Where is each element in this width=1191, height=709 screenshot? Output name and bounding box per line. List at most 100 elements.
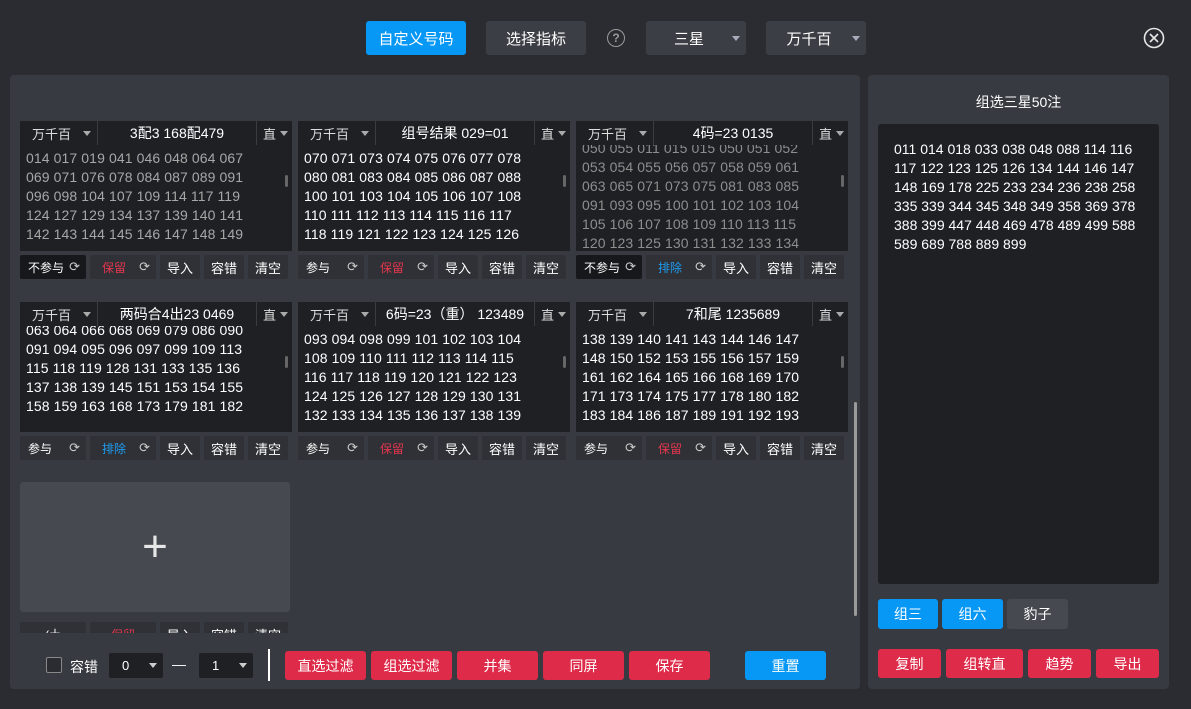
save-button[interactable]: 保存	[629, 651, 710, 680]
participate-toggle[interactable]: 参与 ⟳	[298, 255, 364, 279]
tolerance-button[interactable]: 容错	[760, 255, 800, 279]
clear-button[interactable]: 清空	[526, 436, 566, 460]
import-button[interactable]: 导入	[716, 436, 756, 460]
tab-group3[interactable]: 组三	[878, 599, 938, 629]
card-position-select[interactable]: 万千百	[576, 302, 654, 326]
position-select[interactable]: 万千百	[766, 21, 866, 55]
tab-leopard[interactable]: 豹子	[1007, 599, 1068, 629]
filter-mode-toggle[interactable]: 排除 ⟳	[646, 255, 712, 279]
filter-mode-toggle[interactable]: 排除 ⟳	[90, 436, 156, 460]
import-button[interactable]: 导入	[438, 436, 478, 460]
number-line: 142 143 144 145 146 147 148 149	[26, 226, 244, 242]
card-number-list[interactable]: 070 071 073 074 075 076 077 078 080 081 0…	[298, 145, 570, 251]
card-scrollbar[interactable]	[285, 356, 288, 368]
card-number-list[interactable]: 093 094 098 099 101 102 103 104 108 109 1…	[298, 326, 570, 432]
chevron-down-icon	[836, 131, 844, 136]
union-label: 并集	[483, 657, 512, 674]
same-screen-button[interactable]: 同屏	[543, 651, 624, 680]
chevron-down-icon	[280, 312, 288, 317]
card-mode-select[interactable]: 直	[812, 121, 848, 145]
add-filter-card[interactable]: +	[20, 482, 290, 612]
import-button[interactable]: 导入	[160, 255, 200, 279]
card-header: 万千百 3配3 168配479 直	[20, 121, 292, 145]
card-mode-select[interactable]: 直	[256, 302, 292, 326]
clear-button[interactable]: 清空	[248, 255, 288, 279]
help-icon[interactable]: ?	[607, 29, 625, 47]
participate-toggle[interactable]: (土	[20, 622, 86, 633]
result-textarea[interactable]: 011 014 018 033 038 048 088 114 116 117 …	[878, 124, 1159, 584]
clear-button[interactable]: 清空	[804, 436, 844, 460]
participate-toggle[interactable]: 不参与 ⟳	[20, 255, 86, 279]
import-button[interactable]: 导入	[438, 255, 478, 279]
filter-mode-toggle[interactable]: 保留 ⟳	[646, 436, 712, 460]
tolerance-checkbox[interactable]	[46, 657, 62, 673]
card-mode-select[interactable]: 直	[534, 121, 570, 145]
clear-button[interactable]: 清空	[804, 255, 844, 279]
card-scrollbar[interactable]	[841, 175, 844, 187]
reset-button[interactable]: 重置	[745, 651, 826, 680]
tolerance-button[interactable]: 容错	[204, 436, 244, 460]
card-position-select[interactable]: 万千百	[298, 302, 376, 326]
trend-button[interactable]: 趋势	[1028, 649, 1091, 678]
card-position-select[interactable]: 万千百	[298, 121, 376, 145]
filter-toggle[interactable]: 保留	[90, 622, 156, 633]
number-line: 118 119 121 122 123 124 125 126	[304, 226, 520, 242]
card-scrollbar[interactable]	[563, 356, 566, 368]
tolerance-to-select[interactable]: 1	[199, 653, 253, 678]
copy-button[interactable]: 复制	[878, 649, 941, 678]
export-button[interactable]: 导出	[1096, 649, 1159, 678]
number-line: 148 150 152 153 155 156 157 159	[582, 350, 800, 366]
participate-toggle[interactable]: 参与 ⟳	[298, 436, 364, 460]
card-scrollbar[interactable]	[285, 175, 288, 187]
filter-mode-toggle[interactable]: 保留 ⟳	[90, 255, 156, 279]
tab-group6[interactable]: 组六	[942, 599, 1003, 629]
card-position-select[interactable]: 万千百	[20, 302, 98, 326]
tolerance-button[interactable]: 容错	[760, 436, 800, 460]
clear-button[interactable]: 清空	[248, 436, 288, 460]
divider	[268, 649, 270, 681]
card-number-list[interactable]: 063 064 066 068 069 079 086 090 091 094 0…	[20, 326, 292, 432]
filter-mode-toggle[interactable]: 保留 ⟳	[368, 255, 434, 279]
filter-mode-toggle[interactable]: 保留 ⟳	[368, 436, 434, 460]
card-scrollbar[interactable]	[841, 356, 844, 368]
participate-toggle[interactable]: 参与 ⟳	[576, 436, 642, 460]
card-mode-select[interactable]: 直	[812, 302, 848, 326]
tolerance-button[interactable]: 容错	[482, 436, 522, 460]
choose-indicator-button[interactable]: 选择指标	[486, 21, 586, 55]
tolerance-button[interactable]: 容错	[204, 255, 244, 279]
direct-filter-button[interactable]: 直选过滤	[285, 651, 366, 680]
trend-label: 趋势	[1045, 655, 1074, 672]
card-position-select[interactable]: 万千百	[20, 121, 98, 145]
tolerance-button[interactable]: 容错	[204, 622, 244, 633]
custom-code-button[interactable]: 自定义号码	[366, 21, 466, 55]
participate-toggle[interactable]: 参与 ⟳	[20, 436, 86, 460]
clear-button[interactable]: 清空	[526, 255, 566, 279]
scrollbar[interactable]	[854, 402, 857, 616]
card-mode-select[interactable]: 直	[534, 302, 570, 326]
type-select[interactable]: 三星	[646, 21, 746, 55]
import-button[interactable]: 导入	[716, 255, 756, 279]
filter-mode-label: 排除	[658, 260, 683, 275]
card-position-value: 万千百	[32, 126, 72, 142]
import-button[interactable]: 导入	[160, 436, 200, 460]
clear-button[interactable]: 清空	[248, 622, 288, 633]
card-mode-select[interactable]: 直	[256, 121, 292, 145]
participate-label: 参与	[28, 441, 53, 456]
refresh-icon: ⟳	[625, 259, 636, 274]
participate-toggle[interactable]: 不参与 ⟳	[576, 255, 642, 279]
tolerance-from-select[interactable]: 0	[109, 653, 163, 678]
group-to-direct-button[interactable]: 组转直	[946, 649, 1023, 678]
card-position-select[interactable]: 万千百	[576, 121, 654, 145]
union-button[interactable]: 并集	[457, 651, 538, 680]
card-number-list[interactable]: 138 139 140 141 143 144 146 147 148 150 1…	[576, 326, 848, 432]
chevron-down-icon	[852, 36, 860, 41]
card-scrollbar[interactable]	[563, 175, 566, 187]
import-button[interactable]: 导入	[160, 622, 200, 633]
group-filter-button[interactable]: 组选过滤	[371, 651, 452, 680]
card-number-list[interactable]: 014 017 019 041 046 048 064 067 069 071 0…	[20, 145, 292, 251]
tolerance-button[interactable]: 容错	[482, 255, 522, 279]
card-number-list[interactable]: 050 055 011 015 015 050 051 052 053 054 0…	[576, 145, 848, 251]
close-icon[interactable]	[1143, 27, 1165, 49]
participate-label: 不参与	[28, 260, 65, 275]
filter-card: 万千百 两码合4出23 0469 直 063 064 066 068 069 079 …	[20, 302, 292, 460]
